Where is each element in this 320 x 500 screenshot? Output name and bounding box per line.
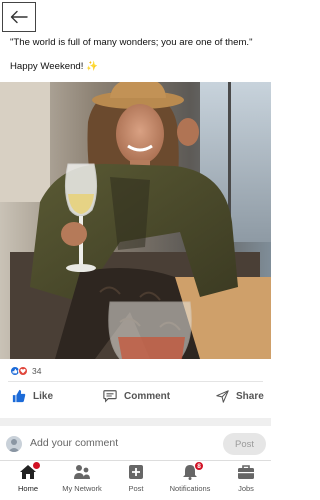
back-button[interactable] xyxy=(2,2,36,32)
send-icon xyxy=(216,389,229,403)
post-photo[interactable] xyxy=(0,82,271,359)
comment-bar: Add your comment Post xyxy=(0,428,271,460)
nav-post-label: Post xyxy=(128,484,144,493)
nav-jobs-label: Jobs xyxy=(238,484,254,493)
nav-post[interactable]: Post xyxy=(122,464,150,500)
top-bar xyxy=(0,0,271,34)
nav-notifications[interactable]: 8 Notifications xyxy=(165,461,215,500)
home-badge-dot xyxy=(32,461,41,470)
thumbs-up-icon xyxy=(12,389,26,403)
nav-notifications-label: Notifications xyxy=(169,484,211,493)
post-text-greeting: Happy Weekend! ✨ xyxy=(10,61,99,72)
comment-label: Comment xyxy=(124,390,171,402)
divider xyxy=(8,381,263,382)
nav-my-network-label: My Network xyxy=(62,484,102,493)
post-text: "The world is full of many wonders; you … xyxy=(10,37,266,73)
nav-my-network[interactable]: My Network xyxy=(58,464,106,500)
comment-input[interactable]: Add your comment xyxy=(30,437,118,449)
bell-icon: 8 xyxy=(181,461,204,480)
notifications-badge: 8 xyxy=(194,461,204,471)
people-icon xyxy=(73,464,91,480)
reactions-summary[interactable]: 34 xyxy=(10,364,41,378)
comment-button[interactable]: Comment xyxy=(103,385,170,407)
like-label: Like xyxy=(33,390,54,402)
nav-home[interactable]: Home xyxy=(11,461,45,500)
share-label: Share xyxy=(236,390,264,402)
avatar xyxy=(6,436,22,452)
section-separator xyxy=(0,418,271,426)
post-actions: Like Comment Share xyxy=(0,385,271,407)
post-photo-image xyxy=(0,82,271,359)
heart-reaction-icon xyxy=(18,366,28,376)
nav-home-label: Home xyxy=(17,484,38,493)
post-comment-button[interactable]: Post xyxy=(223,433,266,455)
reaction-count: 34 xyxy=(32,366,42,376)
plus-square-icon xyxy=(127,464,145,480)
nav-jobs[interactable]: Jobs xyxy=(231,464,261,500)
briefcase-icon xyxy=(237,464,255,480)
like-button[interactable]: Like xyxy=(12,385,53,407)
share-button[interactable]: Share xyxy=(216,385,264,407)
bottom-nav: Home My Network Post 8 Notifications Job… xyxy=(0,460,271,500)
arrow-left-icon xyxy=(10,10,28,24)
post-text-quote: "The world is full of many wonders; you … xyxy=(10,37,253,48)
comment-icon xyxy=(103,390,117,403)
home-icon xyxy=(19,461,41,480)
